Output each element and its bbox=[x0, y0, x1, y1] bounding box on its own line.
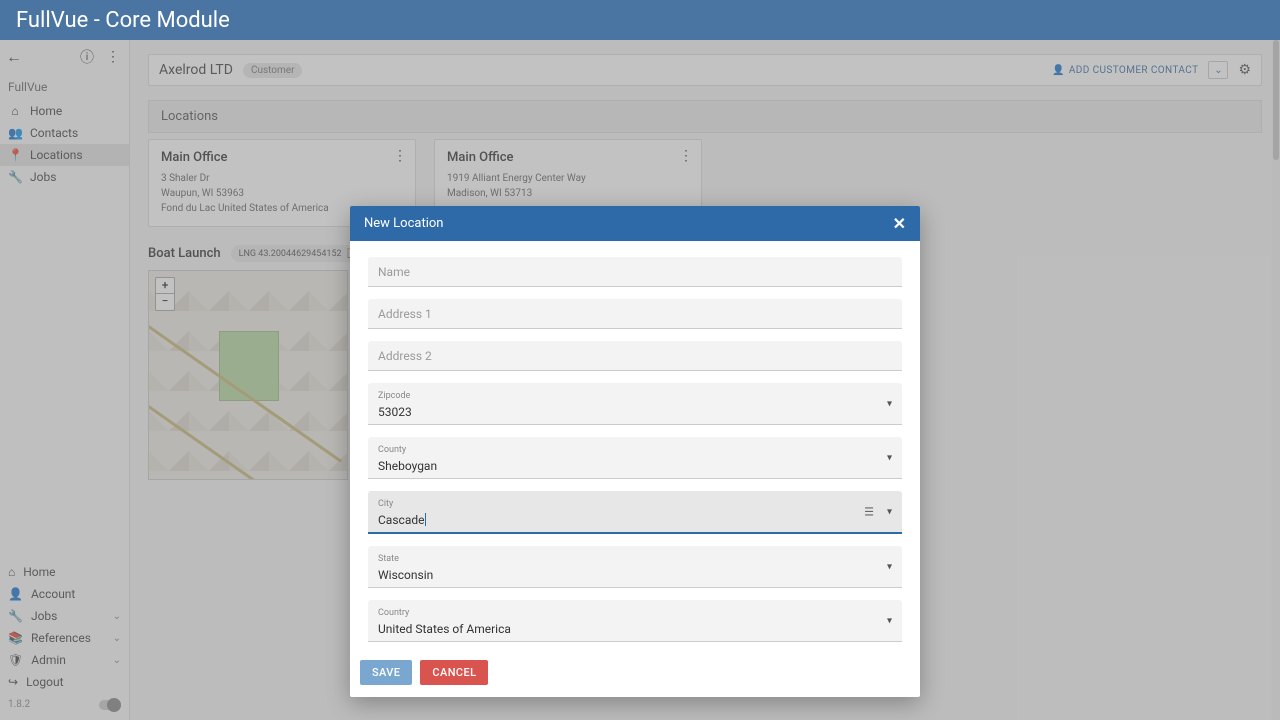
county-value: Sheboygan bbox=[378, 459, 437, 473]
text-cursor bbox=[425, 513, 426, 526]
tune-icon[interactable]: ☰ bbox=[864, 505, 874, 518]
cancel-button[interactable]: CANCEL bbox=[420, 660, 488, 685]
dialog-title: New Location bbox=[364, 216, 443, 231]
country-value: United States of America bbox=[378, 622, 511, 636]
zipcode-field[interactable]: Zipcode 53023 ▾ bbox=[368, 383, 902, 425]
chevron-down-icon[interactable]: ▾ bbox=[887, 615, 892, 626]
address1-placeholder: Address 1 bbox=[378, 307, 432, 321]
city-field[interactable]: City Cascade ☰ ▾ bbox=[368, 491, 902, 534]
country-field[interactable]: Country United States of America ▾ bbox=[368, 600, 902, 642]
address1-field[interactable]: Address 1 bbox=[368, 299, 902, 329]
state-value: Wisconsin bbox=[378, 568, 433, 582]
name-field[interactable]: Name bbox=[368, 257, 902, 287]
zipcode-label: Zipcode bbox=[378, 391, 892, 401]
state-label: State bbox=[378, 554, 892, 564]
city-value: Cascade bbox=[378, 513, 424, 527]
close-icon[interactable]: ✕ bbox=[893, 214, 906, 233]
name-placeholder: Name bbox=[378, 265, 410, 279]
save-button[interactable]: SAVE bbox=[360, 660, 412, 685]
app-title: FullVue - Core Module bbox=[16, 8, 230, 33]
chevron-down-icon[interactable]: ▾ bbox=[887, 561, 892, 572]
city-label: City bbox=[378, 499, 892, 509]
chevron-down-icon[interactable]: ▾ bbox=[887, 506, 892, 517]
state-field[interactable]: State Wisconsin ▾ bbox=[368, 546, 902, 588]
country-label: Country bbox=[378, 608, 892, 618]
zipcode-value: 53023 bbox=[378, 405, 412, 419]
address2-placeholder: Address 2 bbox=[378, 349, 432, 363]
dialog-header: New Location ✕ bbox=[350, 206, 920, 241]
chevron-down-icon[interactable]: ▾ bbox=[887, 452, 892, 463]
title-bar: FullVue - Core Module bbox=[0, 0, 1280, 40]
new-location-dialog: New Location ✕ Name Address 1 Address 2 … bbox=[350, 206, 920, 697]
chevron-down-icon[interactable]: ▾ bbox=[887, 398, 892, 409]
county-label: County bbox=[378, 445, 892, 455]
address2-field[interactable]: Address 2 bbox=[368, 341, 902, 371]
county-field[interactable]: County Sheboygan ▾ bbox=[368, 437, 902, 479]
